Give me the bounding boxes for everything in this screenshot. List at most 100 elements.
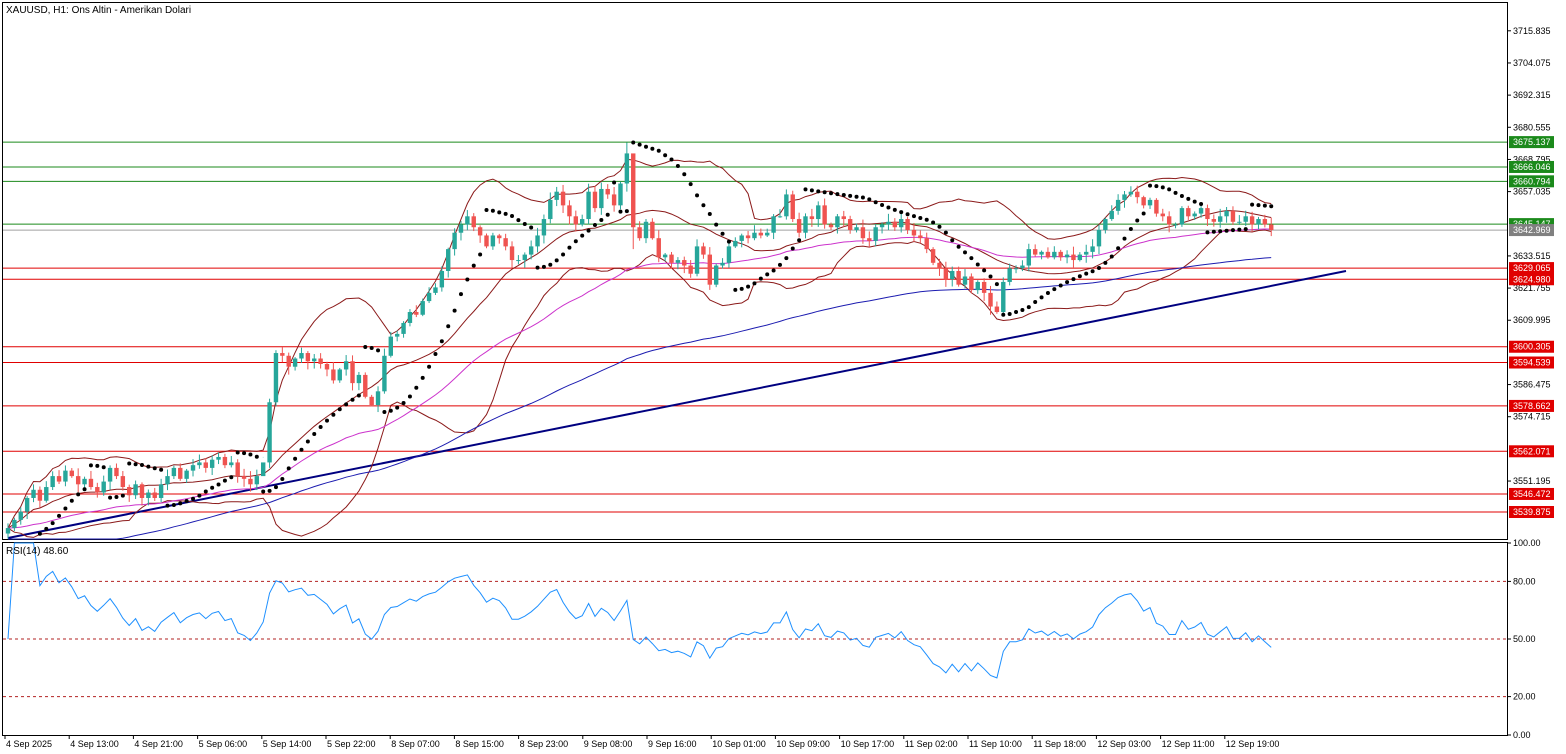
sar-dot: [478, 252, 483, 257]
time-tick-label: 9 Sep 16:00: [648, 739, 697, 749]
sar-dot: [739, 286, 744, 291]
candle-body: [1249, 216, 1255, 225]
support-badge: 3600.305: [1509, 340, 1554, 353]
candle-body: [605, 188, 610, 195]
sar-dot: [178, 501, 183, 506]
sar-dot: [1218, 229, 1223, 234]
sar-dot: [924, 217, 929, 222]
sar-dot: [854, 194, 859, 199]
candle-body: [962, 276, 968, 285]
chart-title: XAUUSD, H1: Ons Altin - Amerikan Dolari: [6, 5, 191, 16]
candle-body: [1269, 224, 1274, 230]
candle-body: [1058, 251, 1063, 258]
sar-dot: [1205, 230, 1210, 235]
price-tick-label: 3609.995: [1513, 315, 1551, 325]
candle: [267, 398, 272, 468]
sar-dot: [1167, 187, 1172, 192]
candle-body: [1020, 265, 1025, 269]
sar-dot: [203, 489, 208, 494]
sar-dot: [242, 451, 247, 456]
candle-body: [918, 235, 923, 239]
sar-dot: [216, 482, 221, 487]
resistance-badge-label: 3675.137: [1513, 137, 1551, 147]
candle-body: [988, 292, 993, 307]
sar-dot: [1135, 218, 1140, 223]
support-badge-label: 3624.980: [1513, 274, 1551, 284]
candle-body: [618, 183, 623, 206]
sar-dot: [1141, 211, 1146, 216]
candle-body: [158, 484, 164, 498]
candle-body: [133, 484, 138, 496]
sar-dot: [37, 531, 42, 536]
candle-body: [745, 235, 751, 239]
candle-body: [1262, 219, 1268, 225]
candle-body: [343, 361, 349, 370]
rsi-tick-label: 20.00: [1513, 692, 1536, 702]
sar-dot: [1065, 280, 1070, 285]
candle-body: [24, 497, 30, 512]
candle-body: [1198, 208, 1204, 214]
time-axis: 4 Sep 2025 4 Sep 13:00 4 Sep 21:00 5 Sep 06…: [4, 735, 1279, 749]
candle-body: [439, 271, 445, 288]
time-tick-label: 12 Sep 03:00: [1097, 739, 1151, 749]
sar-dot: [465, 277, 470, 282]
time-tick-label: 11 Sep 18:00: [1033, 739, 1086, 749]
sar-dot: [714, 222, 719, 227]
candle-body: [69, 470, 74, 477]
rsi-tick-label: 100.00: [1513, 538, 1541, 548]
candle-body: [426, 292, 432, 302]
candle-body: [203, 462, 208, 468]
candle-body: [1032, 249, 1038, 255]
candle-body: [331, 369, 336, 381]
candle-body: [886, 221, 891, 225]
sar-dot: [905, 212, 910, 217]
main-chart-panel[interactable]: [2, 2, 1508, 540]
support-badge-label: 3562.071: [1513, 446, 1551, 456]
candle-body: [1013, 268, 1019, 270]
candle-body: [1211, 219, 1217, 222]
sar-dot: [139, 463, 144, 468]
candle-body: [669, 254, 674, 263]
support-badge: 3562.071: [1509, 445, 1554, 458]
sar-dot: [490, 208, 495, 213]
candle-body: [235, 462, 240, 477]
sar-dot: [1173, 190, 1178, 195]
sar-dot: [746, 284, 751, 289]
candle-body: [503, 238, 508, 247]
time-tick-label: 8 Sep 23:00: [520, 739, 569, 749]
sar-dot: [1269, 204, 1274, 209]
sar-dot: [197, 493, 202, 498]
candle-body: [713, 265, 719, 285]
sar-dot: [261, 489, 266, 494]
sar-dot: [733, 287, 738, 292]
candle-body: [726, 246, 732, 263]
candle-body: [784, 194, 789, 217]
candle-body: [892, 221, 898, 228]
candle-body: [573, 216, 579, 225]
chart-canvas[interactable]: 3715.8353704.0753692.3153680.5553668.795…: [0, 0, 1566, 754]
sar-dot: [510, 214, 515, 219]
sar-dot: [1058, 283, 1063, 288]
sar-dot: [1160, 185, 1165, 190]
rsi-title: RSI(14) 48.60: [6, 546, 69, 557]
sar-dot: [1154, 184, 1159, 189]
sar-dot: [880, 202, 885, 207]
sar-dot: [1256, 203, 1261, 208]
sar-dot: [860, 195, 865, 200]
support-badge-label: 3600.305: [1513, 342, 1551, 352]
candle-body: [56, 476, 62, 482]
sar-dot: [127, 461, 132, 466]
sar-dot: [669, 157, 674, 162]
support-badge-label: 3578.662: [1513, 401, 1551, 411]
price-tick-label: 3633.515: [1513, 251, 1551, 261]
sar-dot: [446, 324, 451, 329]
sar-dot: [886, 205, 891, 210]
candle-body: [446, 249, 451, 271]
candle: [618, 181, 623, 210]
sar-dot: [867, 197, 872, 202]
candle-body: [458, 224, 464, 233]
sar-dot: [580, 233, 585, 238]
sar-dot: [720, 231, 725, 236]
rsi-tick-label: 80.00: [1513, 576, 1536, 586]
sar-dot: [1199, 202, 1204, 207]
